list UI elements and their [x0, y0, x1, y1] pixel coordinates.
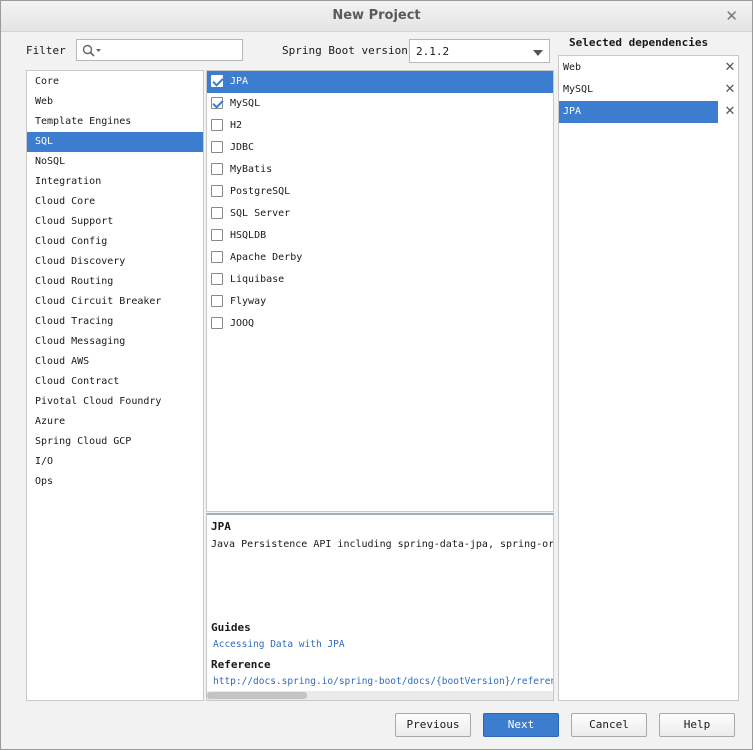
guide-link[interactable]: Accessing Data with JPA — [213, 639, 345, 650]
dependency-label: JPA — [230, 76, 249, 87]
chevron-down-icon — [533, 50, 543, 56]
dependency-item[interactable]: MyBatis — [207, 159, 553, 181]
category-item[interactable]: Pivotal Cloud Foundry — [27, 392, 203, 412]
category-item[interactable]: Cloud Core — [27, 192, 203, 212]
check-icon — [212, 75, 224, 87]
selected-dependency-item[interactable]: Web ✕ — [559, 57, 738, 79]
boot-version-label: Spring Boot version — [282, 44, 408, 57]
category-item[interactable]: Cloud AWS — [27, 352, 203, 372]
description-title: JPA — [211, 520, 231, 533]
category-item[interactable]: Cloud Contract — [27, 372, 203, 392]
dependency-label: JOOQ — [230, 318, 255, 329]
title-bar: New Project ✕ — [1, 1, 752, 32]
category-item[interactable]: I/O — [27, 452, 203, 472]
dependency-checkbox[interactable] — [211, 295, 223, 307]
dependency-checkbox[interactable] — [211, 75, 224, 87]
category-item[interactable]: Web — [27, 92, 203, 112]
category-item[interactable]: Template Engines — [27, 112, 203, 132]
category-item[interactable]: Core — [27, 72, 203, 92]
dependency-item[interactable]: HSQLDB — [207, 225, 553, 247]
dependency-item[interactable]: H2 — [207, 115, 553, 137]
dependency-label: Liquibase — [230, 274, 285, 285]
remove-icon[interactable]: ✕ — [724, 79, 736, 101]
dependency-checkbox[interactable] — [211, 141, 223, 153]
selected-dependency-item[interactable]: JPA ✕ — [559, 101, 735, 123]
guides-heading: Guides — [211, 621, 251, 634]
dependency-checkbox[interactable] — [211, 97, 224, 109]
category-item[interactable]: Ops — [27, 472, 203, 492]
dependency-item[interactable]: JDBC — [207, 137, 553, 159]
remove-icon[interactable]: ✕ — [724, 57, 736, 79]
dependency-label: MySQL — [230, 98, 261, 109]
remove-icon[interactable]: ✕ — [724, 101, 736, 123]
dependency-item[interactable]: Apache Derby — [207, 247, 553, 269]
dependency-label: HSQLDB — [230, 230, 267, 241]
boot-version-value: 2.1.2 — [416, 45, 450, 58]
category-item[interactable]: SQL — [27, 132, 203, 152]
dependency-label: Apache Derby — [230, 252, 303, 263]
search-icon — [82, 44, 101, 57]
filter-input[interactable] — [76, 39, 243, 61]
dependency-checkbox[interactable] — [211, 207, 223, 219]
check-icon — [212, 97, 224, 109]
dependency-checkbox[interactable] — [211, 185, 223, 197]
category-item[interactable]: Cloud Support — [27, 212, 203, 232]
dependency-checkbox[interactable] — [211, 251, 223, 263]
dependency-item[interactable]: JPA — [207, 71, 553, 93]
selected-dependency-label: MySQL — [563, 84, 594, 95]
dependency-item[interactable]: MySQL — [207, 93, 553, 115]
category-item[interactable]: Cloud Circuit Breaker — [27, 292, 203, 312]
description-text: Java Persistence API including spring-da… — [211, 539, 554, 550]
dependency-item[interactable]: Flyway — [207, 291, 553, 313]
dependency-label: Flyway — [230, 296, 267, 307]
dependency-checkbox[interactable] — [211, 317, 223, 329]
dependency-checkbox[interactable] — [211, 119, 223, 131]
dependency-checkbox[interactable] — [211, 163, 223, 175]
selected-dependency-item[interactable]: MySQL ✕ — [559, 79, 738, 101]
previous-button[interactable]: Previous — [395, 713, 471, 737]
horizontal-scrollbar[interactable] — [207, 691, 553, 700]
category-item[interactable]: Cloud Config — [27, 232, 203, 252]
filter-label: Filter — [26, 44, 66, 57]
dependency-label: PostgreSQL — [230, 186, 291, 197]
dependency-list: JPA MySQL H2 JDBC MyBatis PostgreSQL SQL Serve… — [206, 70, 554, 512]
dependency-label: MyBatis — [230, 164, 273, 175]
dependency-item[interactable]: JOOQ — [207, 313, 553, 335]
reference-heading: Reference — [211, 658, 271, 671]
window-title: New Project — [332, 8, 421, 23]
category-item[interactable]: Spring Cloud GCP — [27, 432, 203, 452]
category-list: Core Web Template Engines SQL NoSQL Integrati… — [26, 70, 204, 701]
dependency-item[interactable]: PostgreSQL — [207, 181, 553, 203]
selected-dependencies-header: Selected dependencies — [569, 36, 709, 49]
dependency-checkbox[interactable] — [211, 229, 223, 241]
dependency-label: SQL Server — [230, 208, 291, 219]
reference-link[interactable]: http://docs.spring.io/spring-boot/docs/{… — [213, 676, 553, 687]
dependency-label: H2 — [230, 120, 243, 131]
selected-dependency-label: Web — [563, 62, 582, 73]
category-item[interactable]: Cloud Discovery — [27, 252, 203, 272]
close-icon[interactable]: ✕ — [725, 7, 738, 25]
cancel-button[interactable]: Cancel — [571, 713, 647, 737]
dependency-item[interactable]: SQL Server — [207, 203, 553, 225]
dependency-label: JDBC — [230, 142, 255, 153]
new-project-dialog: New Project ✕ Filter Spring Boot version… — [0, 0, 753, 750]
boot-version-select[interactable]: 2.1.2 — [409, 39, 550, 63]
help-button[interactable]: Help — [659, 713, 735, 737]
category-item[interactable]: Cloud Routing — [27, 272, 203, 292]
category-item[interactable]: Azure — [27, 412, 203, 432]
category-item[interactable]: Cloud Messaging — [27, 332, 203, 352]
selected-dependency-label: JPA — [563, 106, 582, 117]
selected-dependencies-list: Web ✕ MySQL ✕ JPA ✕ — [558, 55, 739, 701]
category-item[interactable]: NoSQL — [27, 152, 203, 172]
category-item[interactable]: Integration — [27, 172, 203, 192]
category-item[interactable]: Cloud Tracing — [27, 312, 203, 332]
vertical-scrollbar[interactable] — [740, 55, 751, 701]
next-button[interactable]: Next — [483, 713, 559, 737]
scrollbar-thumb[interactable] — [207, 692, 307, 699]
dependency-item[interactable]: Liquibase — [207, 269, 553, 291]
dependency-checkbox[interactable] — [211, 273, 223, 285]
description-panel: JPA Java Persistence API including sprin… — [206, 513, 554, 701]
